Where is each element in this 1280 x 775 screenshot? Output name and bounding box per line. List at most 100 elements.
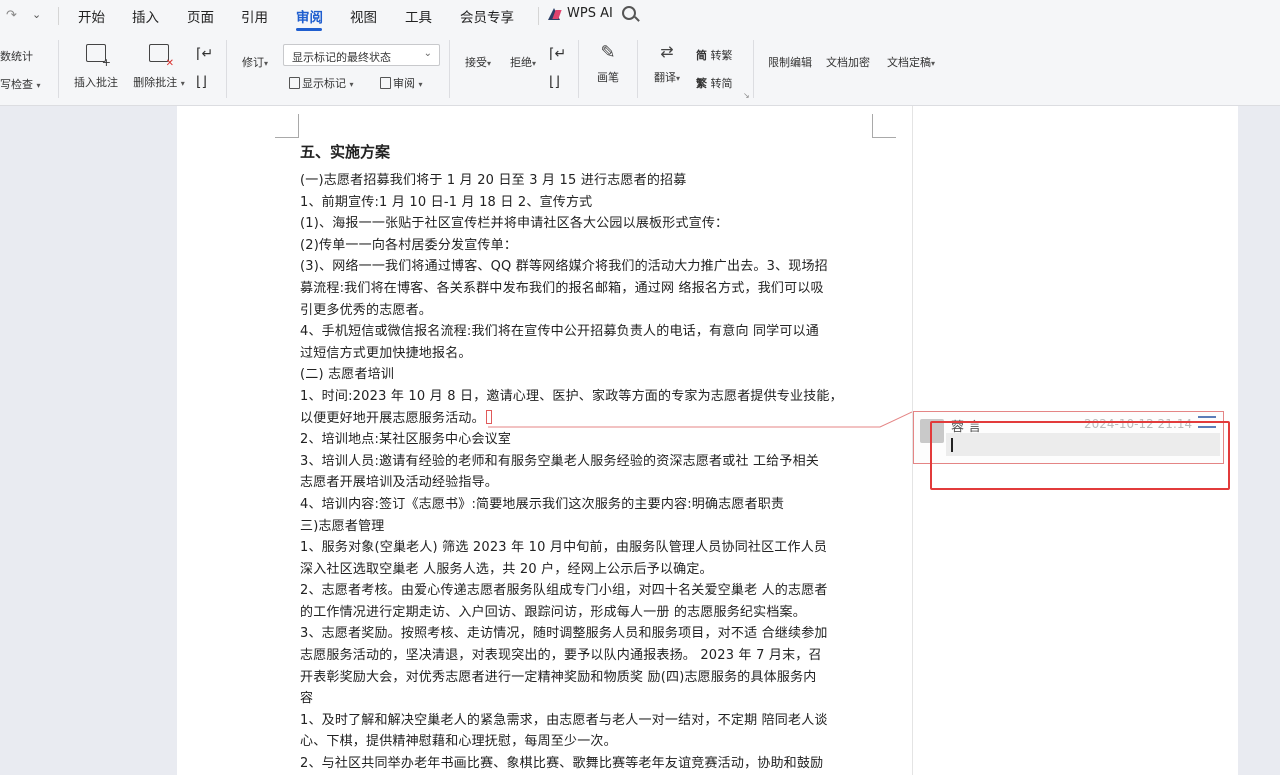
- search-icon[interactable]: [622, 6, 636, 20]
- wps-ai-label: WPS AI: [567, 6, 613, 21]
- translate-button[interactable]: ⇄ 翻译▾: [648, 42, 686, 85]
- menu-bar: ↷ ⌄ 开始 插入 页面 引用 审阅 视图 工具 会员专享 WPS AI: [0, 0, 1280, 34]
- document-line: 的工作情况进行定期走访、入户回访、跟踪问访，形成每人一册 的志愿服务纪实档案。: [300, 604, 806, 620]
- pen-label: 画笔: [597, 71, 619, 84]
- active-tab-indicator: [296, 28, 322, 31]
- markup-state-select[interactable]: 显示标记的最终状态 ⌄: [283, 44, 440, 66]
- document-line: (二) 志愿者培训: [300, 367, 395, 383]
- document-line: 2、与社区共同举办老年书画比赛、象棋比赛、歌舞比赛等老年友谊竞赛活动，协助和鼓励: [300, 756, 824, 772]
- comment-connector-line: [488, 411, 912, 428]
- next-comment-icon[interactable]: ⌊⌋: [196, 74, 207, 90]
- annotation-highlight-box: [930, 421, 1230, 490]
- document-line: 2、志愿者考核。由爱心传递志愿者服务队组成专门小组，对四十名关爱空巢老 人的志愿…: [300, 583, 828, 599]
- document-line: 募流程:我们将在博客、各关系群中发布我们的报名邮箱，通过网 络报名方式，我们可以…: [300, 280, 824, 296]
- document-line: 1、及时了解和解决空巢老人的紧急需求，由志愿者与老人一对一结对，不定期 陪同老人…: [300, 712, 828, 728]
- pen-button[interactable]: ✎ 画笔: [592, 42, 624, 85]
- delete-comment-button[interactable]: 删除批注 ▾: [130, 44, 188, 90]
- document-line: 3、志愿者奖励。按照考核、走访情况，随时调整服务人员和服务项目，对不适 合继续参…: [300, 626, 828, 642]
- reject-label: 拒绝▾: [509, 56, 536, 69]
- document-line: (一)志愿者招募我们将于 1 月 20 日至 3 月 15 进行志愿者的招募: [300, 173, 687, 188]
- document-line: 4、培训内容:签订《志愿书》:简要地展示我们这次服务的主要内容:明确志愿者职责: [300, 496, 785, 512]
- accept-label: 接受▾: [464, 56, 491, 69]
- page-corner-mark: [275, 114, 299, 138]
- traditional-icon: 简: [696, 49, 707, 62]
- document-line: (3)、网络一一我们将通过博客、QQ 群等网络媒介将我们的活动大力推广出去。3、…: [300, 259, 828, 275]
- document-line: 志愿者开展培训及活动经验指导。: [300, 475, 499, 491]
- section-heading: 五、实施方案: [300, 143, 391, 161]
- review-pane-icon: [380, 77, 391, 89]
- delete-comment-label: 删除批注 ▾: [133, 76, 185, 89]
- divider: [753, 40, 754, 98]
- tab-home[interactable]: 开始: [78, 6, 105, 26]
- delete-comment-icon: [149, 44, 174, 69]
- divider: [449, 40, 450, 98]
- insert-comment-button[interactable]: 插入批注: [72, 44, 120, 90]
- reject-button[interactable]: 拒绝▾: [505, 44, 824, 206]
- chevron-down-icon: ⌄: [423, 48, 432, 59]
- tab-references[interactable]: 引用: [241, 6, 268, 26]
- divider: [578, 40, 579, 98]
- tab-insert[interactable]: 插入: [132, 6, 159, 26]
- document-line: 1、前期宣传:1 月 10 日-1 月 18 日 2、宣传方式: [300, 194, 593, 210]
- document-line: (2)传单一一向各村居委分发宣传单：: [300, 237, 518, 253]
- document-line: 引更多优秀的志愿者。: [300, 302, 433, 318]
- tab-review[interactable]: 审阅: [296, 6, 323, 26]
- encrypt-button[interactable]: 文档加密: [824, 44, 1143, 206]
- document-line: 1、服务对象(空巢老人) 筛选 2023 年 10 月中旬前，由服务队管理人员协…: [300, 540, 828, 556]
- divider: [637, 40, 638, 98]
- document-line: (1)、海报一一张贴于社区宣传栏并将申请社区各大公园以展板形式宣传：: [300, 216, 729, 232]
- wps-ai-logo-icon: [548, 7, 562, 20]
- previous-change-icon[interactable]: ⌈↵: [549, 46, 566, 62]
- finalize-button[interactable]: 文档定稿▾: [882, 44, 1198, 204]
- document-body[interactable]: 五、实施方案 (一)志愿者招募我们将于 1 月 20 日至 3 月 15 进行志…: [300, 140, 874, 775]
- markup-state-value: 显示标记的最终状态: [292, 51, 391, 64]
- divider: [538, 7, 539, 25]
- spell-check-label: 写检查: [0, 78, 33, 91]
- translate-icon: ⇄: [660, 42, 674, 61]
- page-corner-mark: [872, 114, 896, 138]
- translate-label: 翻译▾: [653, 71, 680, 84]
- review-ribbon: 数统计 写检查 ▾ 插入批注 删除批注 ▾ ⌈↵ ⌊⌋ 修订▾ 显示标记的最终状…: [0, 34, 1280, 206]
- chevron-down-icon[interactable]: ⌄: [32, 8, 41, 21]
- document-lines: (一)志愿者招募我们将于 1 月 20 日至 3 月 15 进行志愿者的招募 1、…: [300, 170, 874, 775]
- scroll-gutter: [1238, 106, 1280, 775]
- to-simplified-button[interactable]: 繁 转简: [696, 75, 733, 91]
- document-line: 1、时间:2023 年 10 月 8 日，邀请心理、医护、家政等方面的专家为志愿…: [300, 388, 843, 404]
- tab-page[interactable]: 页面: [187, 6, 214, 26]
- track-changes-label: 修订▾: [241, 56, 268, 69]
- document-line: 4、手机短信或微信报名流程:我们将在宣传中公开招募负责人的电话，有意向 同学可以…: [300, 324, 819, 340]
- accept-button[interactable]: 接受▾: [460, 44, 776, 204]
- divider: [58, 40, 59, 98]
- tab-view[interactable]: 视图: [350, 6, 377, 26]
- word-count-button[interactable]: 数统计: [0, 48, 33, 64]
- review-pane-button[interactable]: 审阅 ▾: [380, 75, 423, 91]
- show-markup-button[interactable]: 显示标记 ▾: [289, 75, 354, 91]
- wps-ai-button[interactable]: WPS AI: [548, 6, 613, 21]
- restrict-edit-label: 限制编辑: [768, 56, 812, 69]
- to-traditional-button[interactable]: 简 转繁: [696, 47, 733, 63]
- insert-comment-icon: [86, 44, 111, 69]
- pen-icon: ✎: [600, 42, 616, 63]
- show-markup-icon: [289, 77, 300, 89]
- document-line: 开表彰奖励大会，对优秀志愿者进行一定精神奖励和物质奖 励(四)志愿服务的具体服务…: [300, 669, 817, 685]
- redo-icon[interactable]: ↷: [6, 8, 17, 23]
- encrypt-label: 文档加密: [826, 56, 870, 69]
- restrict-edit-button[interactable]: 限制编辑: [766, 44, 1085, 206]
- divider: [226, 40, 227, 98]
- divider: [58, 7, 59, 25]
- next-change-icon[interactable]: ⌊⌋: [549, 74, 560, 90]
- document-line: 深入社区选取空巢老 人服务人选，共 20 户，经网上公示后予以确定。: [300, 561, 713, 577]
- tab-member[interactable]: 会员专享: [460, 6, 514, 26]
- track-changes-button[interactable]: 修订▾: [238, 44, 554, 204]
- chevron-down-icon: ▾: [36, 81, 41, 90]
- previous-comment-icon[interactable]: ⌈↵: [196, 46, 213, 62]
- tab-tools[interactable]: 工具: [405, 6, 432, 26]
- spell-check-button[interactable]: 写检查 ▾: [0, 76, 41, 92]
- document-line: 三)志愿者管理: [300, 518, 385, 534]
- dialog-launcher-icon[interactable]: ↘: [743, 91, 750, 100]
- insert-comment-label: 插入批注: [74, 76, 118, 89]
- document-line: 心、下棋，提供精神慰藉和心理抚慰，每周至少一次。: [300, 734, 617, 750]
- simplified-icon: 繁: [696, 77, 707, 90]
- document-line: 3、培训人员:邀请有经验的老师和有服务空巢老人服务经验的资深志愿者或社 工给予相…: [300, 453, 819, 469]
- document-line: 容: [300, 691, 314, 707]
